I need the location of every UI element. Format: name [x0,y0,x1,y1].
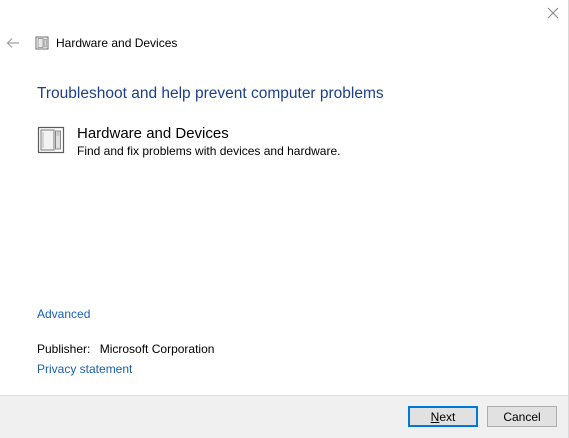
close-button[interactable] [536,0,569,26]
troubleshooter-title: Hardware and Devices [77,125,229,142]
next-button-accelerator: N [430,409,440,424]
header-title: Hardware and Devices [56,36,178,50]
page-title: Troubleshoot and help prevent computer p… [37,85,384,102]
hardware-device-icon [35,36,49,50]
privacy-statement-link[interactable]: Privacy statement [37,362,132,377]
troubleshooter-window: Hardware and Devices Troubleshoot and he… [0,0,569,438]
publisher-label: Publisher: [37,342,91,356]
advanced-link[interactable]: Advanced [37,307,90,322]
troubleshooter-description: Find and fix problems with devices and h… [77,144,341,158]
back-button[interactable] [2,32,24,54]
arrow-left-icon [6,38,19,48]
close-icon [547,7,558,19]
publisher-value: Microsoft Corporation [99,342,215,356]
publisher-info: Publisher: Microsoft Corporation [37,342,214,357]
hardware-device-icon [37,126,65,154]
dialog-footer: Next Cancel [0,395,568,438]
cancel-button[interactable]: Cancel [487,406,557,427]
next-button-label: ext [439,409,456,424]
next-button[interactable]: Next [408,406,478,427]
